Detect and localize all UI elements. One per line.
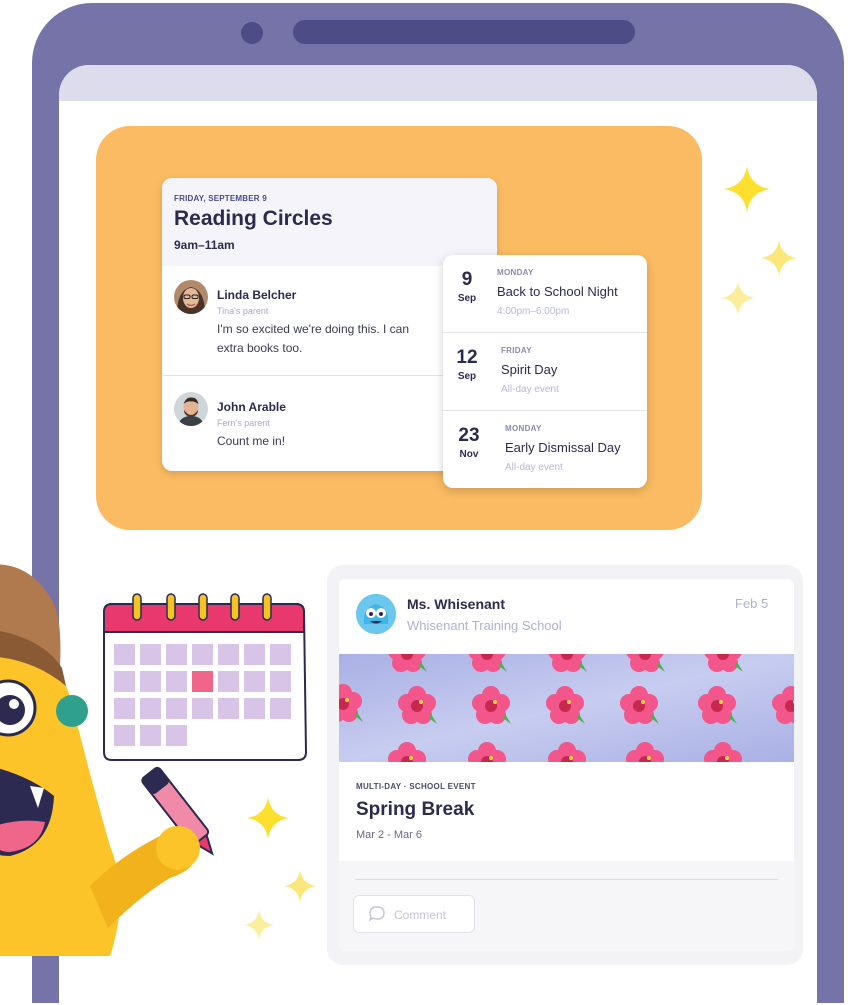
comment-text: Count me in! (217, 434, 286, 448)
teacher-avatar (356, 594, 396, 634)
event-date-label: FRIDAY, SEPTEMBER 9 (174, 194, 267, 203)
sparkle-icon (247, 797, 289, 839)
comment-text: I'm so excited we're doing this. I can (217, 322, 410, 336)
post-date: Feb 5 (735, 596, 769, 611)
event-name: Back to School Night (497, 284, 618, 299)
event-time: All-day event (501, 384, 559, 395)
sparkle-icon (244, 910, 274, 940)
upcoming-events-card: 9 Sep MONDAY Back to School Night 4:00pm… (443, 255, 647, 488)
sparkle-icon (761, 240, 797, 276)
comment-author: John Arable (217, 400, 286, 414)
event-weekday: MONDAY (497, 268, 534, 277)
comment-text-continued: extra books too. (217, 341, 303, 355)
screen-status-strip (59, 65, 817, 101)
comment-author-role: Fern's parent (217, 418, 270, 428)
avatar (174, 280, 208, 314)
event-month: Sep (457, 371, 477, 382)
event-day: 23 (458, 425, 480, 446)
event-day: 12 (456, 347, 478, 368)
event-month: Nov (459, 449, 479, 460)
speaker-bar (293, 20, 635, 44)
event-month: Sep (457, 293, 477, 304)
monster-mascot (0, 564, 214, 956)
post-school: Whisenant Training School (407, 618, 562, 633)
avatar (174, 392, 208, 426)
event-weekday: MONDAY (505, 424, 542, 433)
event-time: 4:00pm–6:00pm (497, 306, 570, 317)
chat-bubble-icon (368, 906, 385, 922)
sparkle-icon (724, 166, 770, 212)
event-title: Reading Circles (174, 207, 333, 230)
post-date-range: Mar 2 - Mar 6 (356, 829, 423, 841)
event-weekday: FRIDAY (501, 346, 532, 355)
post-title: Spring Break (356, 799, 475, 820)
event-row[interactable]: 12 Sep FRIDAY Spirit Day All-day event (443, 333, 647, 411)
post-author[interactable]: Ms. Whisenant (407, 596, 505, 612)
comment-button-label: Comment (394, 908, 447, 922)
post-footer-divider (355, 879, 778, 880)
sparkle-icon (284, 870, 316, 902)
comment-author: Linda Belcher (217, 288, 297, 302)
event-name: Spirit Day (501, 362, 558, 377)
sparkle-icon (721, 281, 755, 315)
event-time: 9am–11am (174, 238, 235, 252)
post-category: MULTI-DAY · SCHOOL EVENT (356, 782, 476, 791)
event-name: Early Dismissal Day (505, 440, 621, 455)
event-row[interactable]: 9 Sep MONDAY Back to School Night 4:00pm… (443, 255, 647, 333)
event-time: All-day event (505, 462, 563, 473)
class-story-post[interactable]: Ms. Whisenant Whisenant Training School … (339, 579, 794, 951)
event-row[interactable]: 23 Nov MONDAY Early Dismissal Day All-da… (443, 411, 647, 488)
comment-button[interactable]: Comment (353, 895, 475, 933)
post-banner-image (339, 654, 794, 762)
event-day: 9 (461, 269, 473, 290)
camera-dot (241, 22, 263, 44)
comment-author-role: Tina's parent (217, 306, 269, 316)
